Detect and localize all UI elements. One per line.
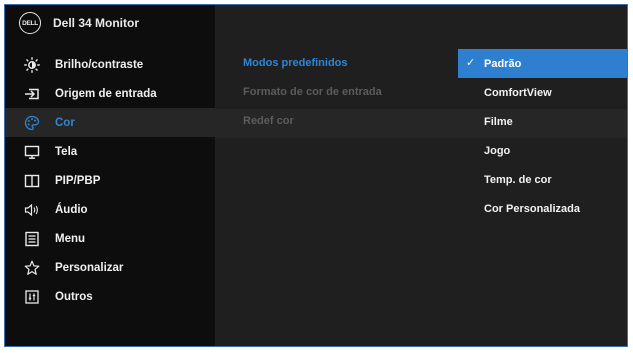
preset-option-label: Cor Personalizada — [484, 202, 580, 215]
audio-icon — [23, 201, 41, 219]
preset-option-label: Temp. de cor — [484, 173, 552, 186]
preset-option-label: Padrão — [484, 57, 522, 70]
brightness-icon — [23, 56, 41, 74]
sidebar: DELL Dell 34 Monitor Brilho/contraste Or… — [5, 5, 215, 346]
menu-item-label: Áudio — [55, 203, 88, 216]
menu-item-label: Outros — [55, 290, 93, 303]
menu-item-display[interactable]: Tela — [5, 137, 215, 166]
checkmark-icon: ✓ — [466, 57, 476, 69]
pip-pbp-icon — [23, 172, 41, 190]
submenu-item-preset-modes[interactable]: Modos predefinidos — [243, 49, 382, 78]
display-icon — [23, 143, 41, 161]
osd-header: DELL Dell 34 Monitor — [5, 5, 215, 41]
menu-item-others[interactable]: Outros — [5, 282, 215, 311]
menu-item-label: Menu — [55, 232, 86, 245]
menu-icon — [23, 230, 41, 248]
preset-option-comfortview[interactable]: ComfortView — [458, 78, 627, 107]
submenu-item-input-color-format: Formato de cor de entrada — [243, 86, 382, 98]
menu-item-label: Cor — [55, 116, 75, 129]
preset-option-label: Filme — [484, 115, 513, 128]
preset-option-label: ComfortView — [484, 86, 552, 99]
screen: DELL Dell 34 Monitor Brilho/contraste Or… — [0, 0, 633, 353]
menu-item-brightness-contrast[interactable]: Brilho/contraste — [5, 50, 215, 79]
monitor-osd: DELL Dell 34 Monitor Brilho/contraste Or… — [4, 4, 628, 347]
dell-logo: DELL — [19, 12, 41, 34]
monitor-model: Dell 34 Monitor — [53, 16, 140, 30]
preset-option-standard[interactable]: ✓ Padrão — [458, 49, 627, 78]
menu-item-label: Origem de entrada — [55, 87, 157, 100]
menu-item-personalize[interactable]: Personalizar — [5, 253, 215, 282]
menu-item-audio[interactable]: Áudio — [5, 195, 215, 224]
menu-item-pip-pbp[interactable]: PIP/PBP — [5, 166, 215, 195]
menu-item-label: Tela — [55, 145, 78, 158]
color-submenu: Modos predefinidos Formato de cor de ent… — [243, 49, 382, 136]
menu-item-label: Personalizar — [55, 261, 124, 274]
input-source-icon — [23, 85, 41, 103]
color-palette-icon — [23, 114, 41, 132]
main-menu: Brilho/contraste Origem de entrada Cor T… — [5, 50, 215, 311]
menu-item-label: Brilho/contraste — [55, 58, 144, 71]
preset-mode-list: ✓ Padrão ComfortView Filme Jogo Temp. de… — [458, 49, 627, 223]
preset-option-movie[interactable]: Filme — [458, 107, 627, 136]
others-icon — [23, 288, 41, 306]
submenu-item-reset-color: Redef cor — [243, 115, 294, 127]
menu-item-input-source[interactable]: Origem de entrada — [5, 79, 215, 108]
menu-item-menu[interactable]: Menu — [5, 224, 215, 253]
star-icon — [23, 259, 41, 277]
preset-option-game[interactable]: Jogo — [458, 136, 627, 165]
preset-option-label: Jogo — [484, 144, 511, 157]
preset-option-color-temp[interactable]: Temp. de cor — [458, 165, 627, 194]
menu-item-label: PIP/PBP — [55, 174, 101, 187]
menu-item-color[interactable]: Cor — [5, 108, 215, 137]
preset-option-custom-color[interactable]: Cor Personalizada — [458, 194, 627, 223]
